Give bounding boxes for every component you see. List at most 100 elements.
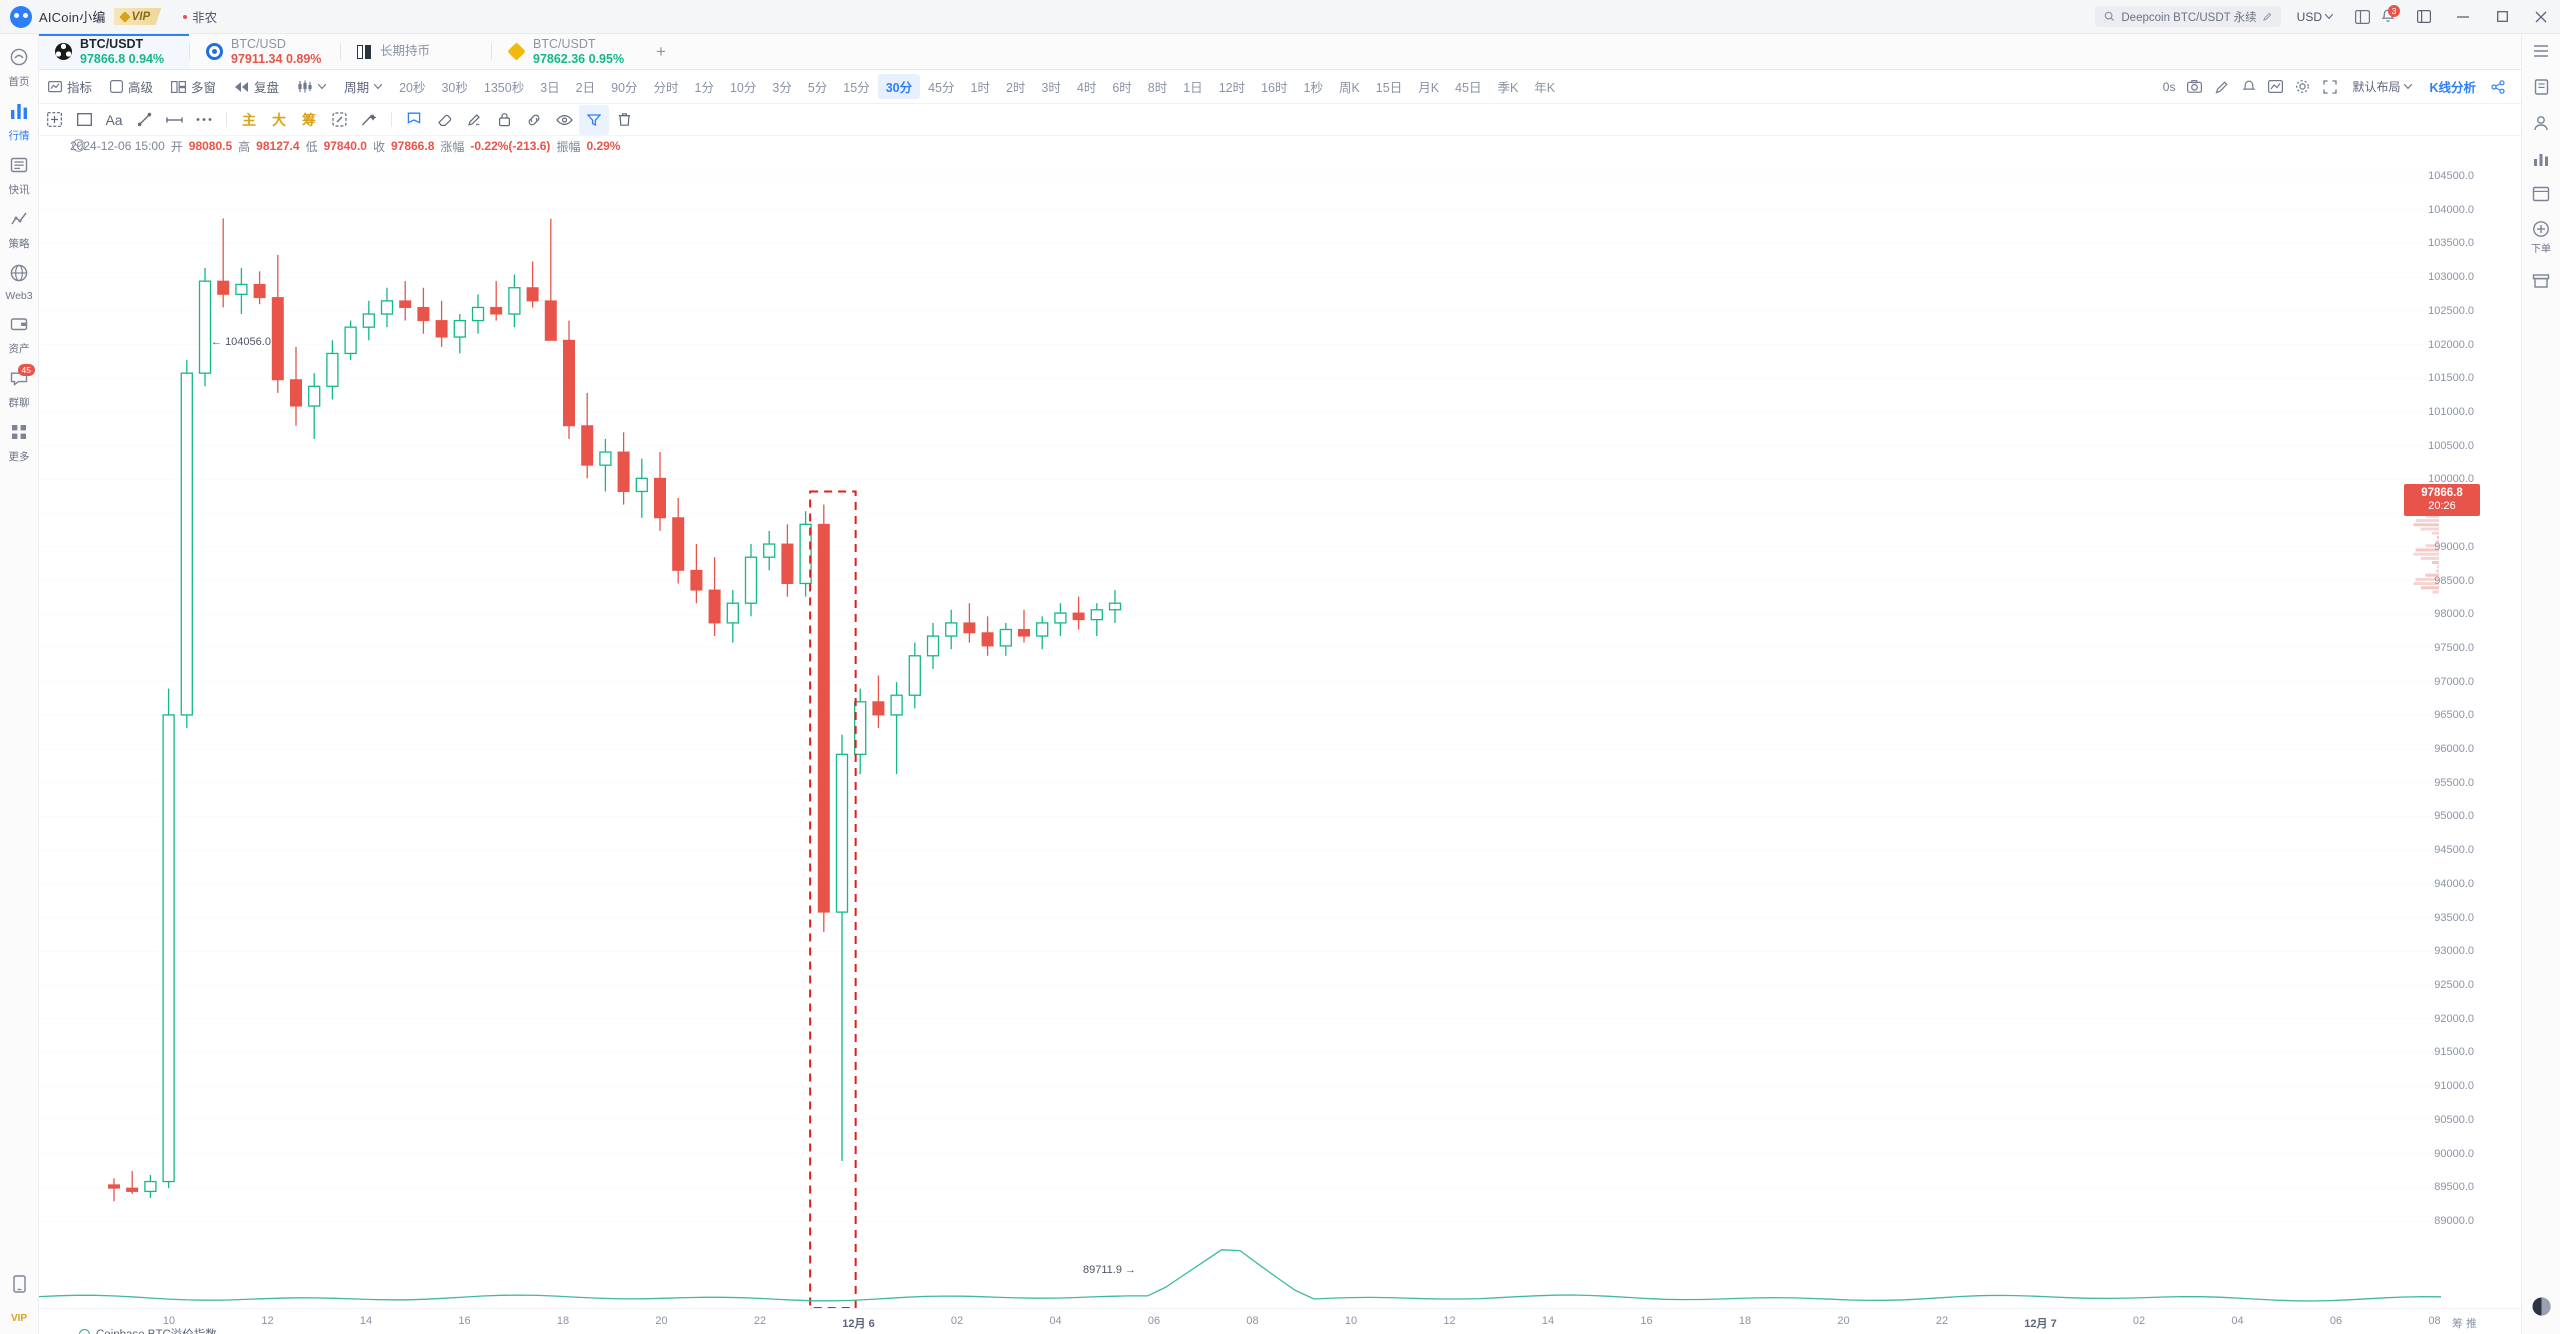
right-person-icon[interactable] <box>2532 114 2550 132</box>
price-axis[interactable]: 104500.0 104000.0 103500.0 103000.0 102500.0… <box>2402 156 2482 1334</box>
tab-btc-usd-coinbase[interactable]: BTC/USD 97911.34 0.89% <box>190 34 340 69</box>
timeframe-3时[interactable]: 3时 <box>1033 74 1068 99</box>
timeframe-1350秒[interactable]: 1350秒 <box>476 74 532 99</box>
timeframe-10分[interactable]: 10分 <box>722 74 764 99</box>
share-icon[interactable] <box>2484 74 2511 100</box>
maximize-icon[interactable] <box>2489 4 2515 30</box>
timeframe-年K[interactable]: 年K <box>1526 74 1563 99</box>
eye-icon[interactable] <box>549 105 579 135</box>
timeframe-2日[interactable]: 2日 <box>568 74 603 99</box>
timeframe-周K[interactable]: 周K <box>1331 74 1368 99</box>
sidebar-item-groupchat[interactable]: 45 群聊 <box>0 361 39 415</box>
rectangle-icon[interactable] <box>69 105 99 135</box>
news-ticker[interactable]: 非农 <box>183 7 217 26</box>
lock-icon[interactable] <box>489 105 519 135</box>
advanced-button[interactable]: 高级 <box>101 77 162 96</box>
sidebar-item-home[interactable]: 首页 <box>0 40 39 94</box>
main-chip-button[interactable]: 主 <box>234 105 264 135</box>
right-order-entry[interactable]: 下单 <box>2531 220 2551 255</box>
tab-btc-usdt-binance[interactable]: BTC/USDT 97862.36 0.95% <box>492 34 642 69</box>
timeframe-季K[interactable]: 季K <box>1489 74 1526 99</box>
right-window-icon[interactable] <box>2532 186 2550 202</box>
trash-icon[interactable] <box>609 105 639 135</box>
right-document-icon[interactable] <box>2533 78 2550 96</box>
pencil-icon[interactable] <box>2208 74 2235 100</box>
timeframe-3日[interactable]: 3日 <box>532 74 567 99</box>
notification-bell-icon[interactable]: 3 <box>2375 4 2401 30</box>
more-dots-icon[interactable] <box>189 105 219 135</box>
timeframe-15分[interactable]: 15分 <box>835 74 877 99</box>
flag-icon[interactable] <box>399 105 429 135</box>
timeframe-1时[interactable]: 1时 <box>963 74 998 99</box>
large-chip-button[interactable]: 大 <box>264 105 294 135</box>
kline-analysis-button[interactable]: K线分析 <box>2421 77 2484 96</box>
wand-icon[interactable] <box>354 105 384 135</box>
timeframe-12时[interactable]: 12时 <box>1211 74 1253 99</box>
replay-button[interactable]: 复盘 <box>225 77 288 96</box>
sidebar-item-market[interactable]: 行情 <box>0 94 39 148</box>
link-icon[interactable] <box>519 105 549 135</box>
timeframe-4时[interactable]: 4时 <box>1069 74 1104 99</box>
draw-icon[interactable] <box>459 105 489 135</box>
filter-icon[interactable] <box>579 104 609 135</box>
right-archive-icon[interactable] <box>2532 273 2550 289</box>
trendline-icon[interactable] <box>129 105 159 135</box>
timeframe-16时[interactable]: 16时 <box>1253 74 1295 99</box>
sidebar-item-assets[interactable]: 资产 <box>0 307 39 361</box>
minimize-icon[interactable] <box>2450 4 2476 30</box>
timeframe-8时[interactable]: 8时 <box>1140 74 1175 99</box>
theme-toggle-icon[interactable] <box>2531 1296 2552 1334</box>
candlestick-chart-area[interactable]: ← 104056.0 89711.9 → Coinbase BTC溢价指数 Co… <box>39 156 2521 1334</box>
sidebar-item-news[interactable]: 快讯 <box>0 148 39 202</box>
timeframe-1秒[interactable]: 1秒 <box>1296 74 1331 99</box>
add-tab-button[interactable]: + <box>642 34 680 69</box>
timeframe-45分[interactable]: 45分 <box>920 74 962 99</box>
settings-gear-icon[interactable] <box>2289 74 2316 100</box>
currency-selector[interactable]: USD <box>2297 10 2333 24</box>
magnet-icon[interactable] <box>324 105 354 135</box>
timeframe-3分[interactable]: 3分 <box>764 74 799 99</box>
timeframe-5分[interactable]: 5分 <box>800 74 835 99</box>
timeframe-30分[interactable]: 30分 <box>877 74 921 99</box>
compare-icon[interactable] <box>2262 74 2289 100</box>
timeframe-1分[interactable]: 1分 <box>687 74 722 99</box>
vip-crown-icon[interactable]: VIP <box>11 1313 27 1324</box>
layout-preset-selector[interactable]: 默认布局 <box>2343 78 2421 95</box>
fullscreen-icon[interactable] <box>2316 74 2343 100</box>
timeframe-30秒[interactable]: 30秒 <box>433 74 475 99</box>
period-selector[interactable]: 周期 <box>335 77 391 96</box>
crosshair-add-icon[interactable] <box>39 105 69 135</box>
mobile-device-icon[interactable] <box>11 1274 28 1299</box>
timeframe-月K[interactable]: 月K <box>1410 74 1447 99</box>
timeframe-6时[interactable]: 6时 <box>1104 74 1139 99</box>
tab-long-term-hold[interactable]: 长期持币 <box>341 34 491 69</box>
restore-window-icon[interactable] <box>2411 4 2437 30</box>
camera-icon[interactable] <box>2181 74 2208 100</box>
timeframe-90分[interactable]: 90分 <box>603 74 645 99</box>
close-icon[interactable] <box>2528 4 2554 30</box>
vip-badge[interactable]: VIP <box>113 8 162 25</box>
multiwindow-button[interactable]: 多窗 <box>162 77 225 96</box>
text-icon[interactable]: Aa <box>99 105 129 135</box>
indicator-button[interactable]: 指标 <box>39 77 101 96</box>
right-chart-bar-icon[interactable] <box>2532 150 2550 168</box>
alert-icon[interactable] <box>2235 74 2262 100</box>
sidebar-item-more[interactable]: 更多 <box>0 415 39 469</box>
timeframe-45日[interactable]: 45日 <box>1447 74 1489 99</box>
timeframe-20秒[interactable]: 20秒 <box>391 74 433 99</box>
timeframe-1日[interactable]: 1日 <box>1175 74 1210 99</box>
time-axis[interactable]: 10 12 14 16 18 20 22 12月 6 02 04 06 08 10 12 14 16 18 20 2… <box>39 1308 2521 1334</box>
timeframe-15日[interactable]: 15日 <box>1368 74 1410 99</box>
eraser-icon[interactable] <box>429 105 459 135</box>
layout-icon[interactable] <box>2349 4 2375 30</box>
chart-plot-canvas[interactable] <box>39 156 2441 1308</box>
right-list-icon[interactable] <box>2532 42 2550 60</box>
sidebar-item-strategy[interactable]: 策略 <box>0 202 39 256</box>
timeframe-分时[interactable]: 分时 <box>646 74 687 99</box>
search-input[interactable]: Deepcoin BTC/USDT 永续 <box>2095 6 2281 27</box>
chip-distribution-button[interactable]: 筹 <box>294 105 324 135</box>
sidebar-item-web3[interactable]: Web3 <box>0 256 39 307</box>
tab-btc-usdt-okx[interactable]: BTC/USDT 97866.8 0.94% <box>39 34 189 69</box>
horizontal-ray-icon[interactable] <box>159 105 189 135</box>
candle-type-selector[interactable] <box>288 80 335 93</box>
